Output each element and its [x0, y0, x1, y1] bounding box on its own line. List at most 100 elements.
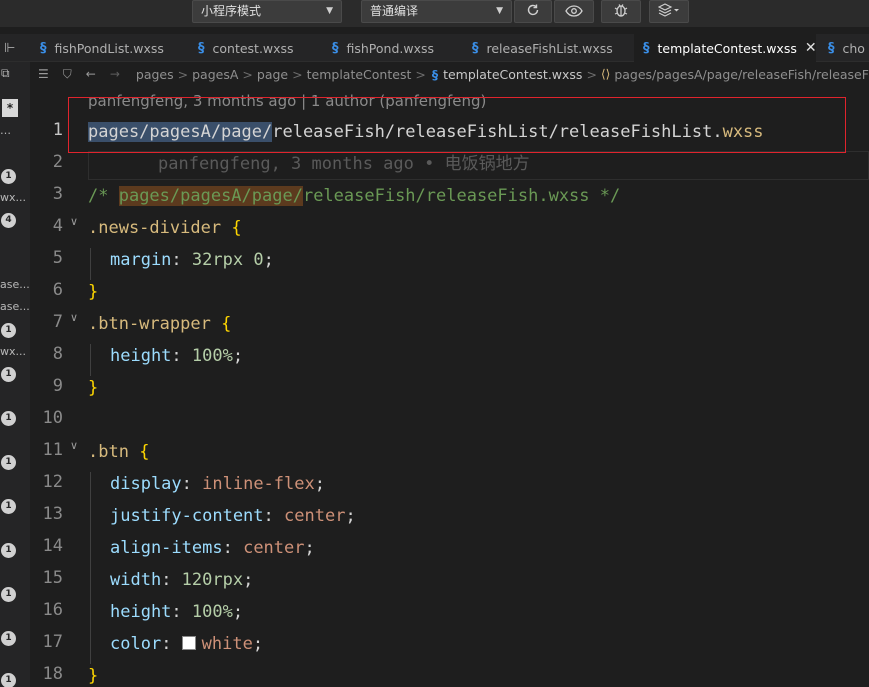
line-number: 1 [52, 120, 63, 140]
code-line-8: height: 100%; [110, 340, 243, 372]
line-number: 5 [52, 248, 63, 268]
preview-button[interactable] [554, 0, 594, 23]
annotation-highlight-box [68, 97, 846, 153]
sidebar-file[interactable]: ase... [0, 278, 30, 291]
forward-arrow-icon[interactable]: → [110, 67, 120, 81]
css-property: display [110, 474, 182, 494]
fold-chevron-icon[interactable]: ∨ [70, 311, 78, 324]
css-file-icon: § [828, 40, 835, 56]
badge: 4 [1, 213, 16, 228]
code-line-14: align-items: center; [110, 532, 315, 564]
refresh-button[interactable] [514, 0, 552, 23]
close-icon[interactable]: ✕ [805, 40, 817, 56]
css-file-icon: § [643, 40, 650, 56]
sidebar-file[interactable]: ase... [0, 300, 30, 313]
breadcrumb-item[interactable]: pagesA [192, 67, 238, 82]
sidebar-dots: … [0, 124, 11, 137]
css-file-icon: § [431, 66, 439, 82]
bug-icon [613, 2, 629, 22]
css-value: 100% [191, 602, 233, 622]
breadcrumb-item[interactable]: templateContest [307, 67, 412, 82]
css-property: justify-content [110, 506, 264, 526]
layers-menu-button[interactable] [649, 0, 689, 23]
code-line-4: .news-divider { [88, 212, 242, 244]
tab-label: contest.wxss [212, 40, 294, 56]
chevron-down-icon: ▼ [326, 6, 333, 16]
color-swatch[interactable] [181, 636, 196, 650]
fold-chevron-icon[interactable]: ∨ [70, 439, 78, 452]
css-selector: .btn [88, 442, 129, 462]
mode-select[interactable]: 小程序模式 ▼ [192, 0, 342, 23]
brace: } [88, 666, 99, 686]
semicolon: ; [345, 506, 356, 526]
semicolon: ; [304, 538, 315, 558]
colon: : [222, 538, 244, 558]
code-line-11: .btn { [88, 436, 149, 468]
breadcrumb-item[interactable]: pages/pagesA/page/releaseFish/releaseFis… [614, 67, 869, 82]
code-line-16: height: 100%; [110, 596, 243, 628]
list-icon[interactable]: ☰ [38, 67, 49, 81]
tab-releasefishlist[interactable]: § releaseFishList.wxss [472, 34, 632, 62]
semicolon: ; [232, 602, 244, 622]
css-property: height [110, 602, 172, 622]
editor-tab-bar: ⊩ § fishPondList.wxss § contest.wxss § f… [0, 34, 869, 62]
chevron-down-icon: ▼ [496, 6, 503, 16]
layers-icon [657, 2, 680, 21]
semicolon: ; [252, 634, 264, 654]
compile-select[interactable]: 普通编译 ▼ [361, 0, 512, 23]
eye-icon [565, 2, 583, 21]
line-number: 6 [52, 280, 63, 300]
sidebar-file[interactable]: wx... [0, 191, 26, 204]
semicolon: ; [263, 250, 274, 270]
tab-fishpond[interactable]: § fishPond.wxss [332, 34, 462, 62]
breadcrumb-item[interactable]: templateContest.wxss [443, 67, 582, 82]
fold-chevron-icon[interactable]: ∨ [70, 215, 78, 228]
tab-contest[interactable]: § contest.wxss [198, 34, 318, 62]
tab-fishpondlist[interactable]: § fishPondList.wxss [40, 34, 188, 62]
sidebar-file[interactable]: wx... [0, 345, 26, 358]
semicolon: ; [243, 570, 254, 590]
indent-guide [90, 472, 91, 664]
brace: } [88, 282, 99, 302]
line-number: 17 [42, 632, 63, 652]
tab-templatecontest[interactable]: § templateContest.wxss ✕ [634, 34, 817, 62]
symbol-icon: ⟨⟩ [600, 67, 611, 81]
colon: : [161, 570, 182, 590]
code-editor[interactable]: panfengfeng, 3 months ago | 1 author (pa… [30, 86, 869, 687]
line-number: 16 [42, 600, 63, 620]
css-property: height [110, 346, 172, 366]
css-property: width [110, 570, 162, 590]
badge: 1 [1, 323, 16, 338]
semicolon: ; [314, 474, 325, 494]
brace: { [221, 314, 232, 334]
css-selector: .news-divider [88, 218, 222, 238]
tab-label: fishPond.wxss [346, 40, 435, 56]
colon: : [171, 346, 192, 366]
colon: : [263, 506, 285, 526]
tab-label: cho [842, 40, 865, 56]
breadcrumb-separator: > [292, 66, 303, 82]
code-line-18: } [88, 660, 98, 687]
breadcrumb-separator: > [415, 66, 426, 82]
breadcrumb-item[interactable]: pages [136, 67, 174, 82]
copy-icon[interactable]: ⧉ [1, 66, 10, 81]
css-file-icon: § [198, 40, 205, 56]
back-arrow-icon[interactable]: ← [86, 67, 96, 81]
top-toolbar: 小程序模式 ▼ 普通编译 ▼ [0, 0, 869, 27]
bookmark-icon[interactable]: ⛉ [63, 67, 72, 82]
badge: 1 [1, 587, 16, 602]
split-editor-icon[interactable]: ⊩ [4, 41, 15, 56]
colon: : [171, 250, 192, 270]
css-property: margin [110, 250, 172, 270]
badge: 1 [1, 543, 16, 558]
code-line-5: margin: 32rpx 0; [110, 244, 274, 276]
css-file-icon: § [472, 40, 479, 56]
compile-select-label: 普通编译 [370, 4, 419, 18]
refresh-icon [526, 2, 540, 21]
css-selector: .btn-wrapper [88, 314, 211, 334]
line-number: 14 [42, 536, 63, 556]
breadcrumb-item[interactable]: page [257, 67, 288, 82]
tab-cho[interactable]: § cho [828, 34, 869, 62]
debug-button[interactable] [601, 0, 641, 23]
explorer-sidebar: ⧉ * … 1 wx... 4 ase... ase... 1 wx... 1 … [0, 62, 30, 687]
